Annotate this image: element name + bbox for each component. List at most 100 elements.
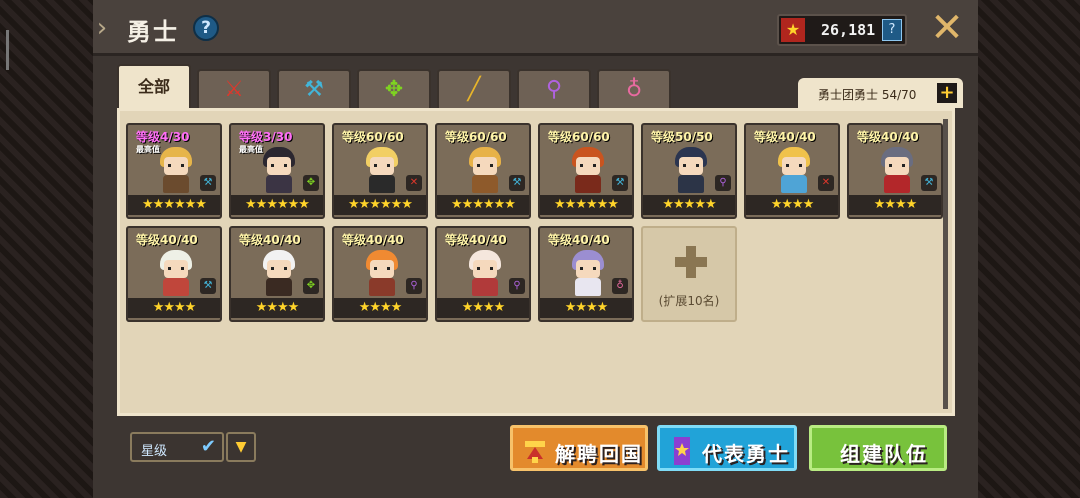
hero-card[interactable]: 等级40/40 ⚲ ★★★★ [435,226,531,322]
build-team-label: 组建队伍 [840,442,928,466]
gun-icon: ╱ [467,77,481,102]
hero-card[interactable]: 等级60/60 ✕ ★★★★★★ [332,123,428,219]
hero-card[interactable]: 等级40/40 ✥ ★★★★ [229,226,325,322]
hammer-icon: ⚒ [921,175,937,191]
title-bar: › 勇士 ? ★ 26,181 ? ✕ [93,0,978,56]
hero-card[interactable]: 等级4/30 最高值 ⚒ ★★★★★★ [126,123,222,219]
star-rating: ★★★★ [334,298,426,318]
heroes-window: › 勇士 ? ★ 26,181 ? ✕ 全部 ⚔ ⚒ ✥ ╱ ⚲ ♁ 勇士团勇士 54/70… [93,0,978,498]
bow-icon: ✥ [384,77,404,102]
build-team-button[interactable]: 组建队伍 [809,425,947,471]
hero-portrait [772,145,816,195]
expand-label: (扩展10名) [658,294,720,308]
tab-support[interactable]: ♁ [597,69,671,109]
tab-gun[interactable]: ╱ [437,69,511,109]
banner-down-icon [525,441,545,463]
hammer-icon: ⚒ [200,175,216,191]
frame-divider [6,30,9,70]
tab-staff[interactable]: ⚲ [517,69,591,109]
star-rating: ★★★★★★ [334,195,426,215]
hammer-icon: ⚒ [304,77,324,102]
tab-sword[interactable]: ⚔ [197,69,271,109]
hero-card[interactable]: 等级40/40 ⚒ ★★★★ [126,226,222,322]
expand-slots-button[interactable]: (扩展10名) [641,226,737,322]
hero-portrait [566,145,610,195]
hero-card[interactable]: 等级40/40 ♁ ★★★★ [538,226,634,322]
hero-portrait [257,145,301,195]
close-button[interactable]: ✕ [928,8,966,48]
medal-icon: ★ [781,18,805,42]
hero-level: 等级60/60 [445,130,507,144]
check-icon: ✔ [200,436,216,457]
star-rating: ★★★★ [540,298,632,318]
staff-icon: ⚲ [509,278,525,294]
tab-hammer[interactable]: ⚒ [277,69,351,109]
currency-value: 26,181 [821,21,876,39]
hero-level: 等级40/40 [548,233,610,247]
hero-level: 等级40/40 [445,233,507,247]
hero-portrait [875,145,919,195]
roster-count-label: 勇士团勇士 54/70 [818,88,917,102]
staff-icon: ⚲ [715,175,731,191]
hero-level: 等级40/40 [342,233,404,247]
staff-icon: ⚲ [406,278,422,294]
representative-button[interactable]: 代表勇士 [657,425,797,471]
hero-level: 等级4/30 [136,130,190,144]
dismiss-label: 解聘回国 [555,442,643,466]
star-rating: ★★★★★★ [437,195,529,215]
sort-dropdown[interactable]: 星级 ✔ [130,432,224,462]
dismiss-button[interactable]: 解聘回国 [510,425,648,471]
hero-level: 等级3/30 [239,130,293,144]
bow-icon: ✥ [303,175,319,191]
hero-card[interactable]: 等级40/40 ⚲ ★★★★ [332,226,428,322]
sword-icon: ✕ [406,175,422,191]
hero-portrait [463,145,507,195]
support-icon: ♁ [625,77,643,102]
hero-level: 等级40/40 [239,233,301,247]
hammer-icon: ⚒ [612,175,628,191]
hero-portrait [257,248,301,298]
star-rating: ★★★★★★ [128,195,220,215]
star-rating: ★★★★★★ [540,195,632,215]
hero-portrait [360,248,404,298]
page-title: 勇士 [127,18,179,46]
hero-level: 等级40/40 [754,130,816,144]
back-arrow-icon[interactable]: › [95,8,109,48]
support-icon: ♁ [612,278,628,294]
hero-grid: 等级4/30 最高值 ⚒ ★★★★★★ 等级3/30 最高值 ✥ ★★★★★★ 等级60/60 ✕… [117,108,955,416]
hero-portrait [360,145,404,195]
hero-card[interactable]: 等级60/60 ⚒ ★★★★★★ [538,123,634,219]
hammer-icon: ⚒ [509,175,525,191]
sort-label: 星级 [141,444,168,459]
star-rating: ★★★★★★ [231,195,323,215]
hero-card[interactable]: 等级40/40 ⚒ ★★★★ [847,123,943,219]
hero-card[interactable]: 等级40/40 ✕ ★★★★ [744,123,840,219]
hero-level: 等级60/60 [548,130,610,144]
hero-level: 等级50/50 [651,130,713,144]
roster-count: 勇士团勇士 54/70 + [798,78,963,108]
hero-card[interactable]: 等级50/50 ⚲ ★★★★★ [641,123,737,219]
hero-portrait [154,145,198,195]
star-rating: ★★★★ [849,195,941,215]
plus-icon [675,246,707,278]
star-rating: ★★★★ [437,298,529,318]
hero-card[interactable]: 等级60/60 ⚒ ★★★★★★ [435,123,531,219]
tab-bow[interactable]: ✥ [357,69,431,109]
staff-icon: ⚲ [545,77,563,102]
banner-icon [674,437,690,465]
hero-card[interactable]: 等级3/30 最高值 ✥ ★★★★★★ [229,123,325,219]
hammer-icon: ⚒ [200,278,216,294]
star-rating: ★★★★ [746,195,838,215]
sort-order-button[interactable]: ▼ [226,432,256,462]
hero-portrait [669,145,713,195]
expand-roster-button[interactable]: + [937,83,957,103]
left-frame [0,0,95,498]
sword-icon: ✕ [818,175,834,191]
sword-icon: ⚔ [224,77,244,102]
hero-level: 等级60/60 [342,130,404,144]
tab-all[interactable]: 全部 [117,64,191,110]
currency-help-button[interactable]: ? [882,19,902,41]
scrollbar[interactable] [943,119,948,409]
help-button[interactable]: ? [193,15,219,41]
star-rating: ★★★★ [231,298,323,318]
